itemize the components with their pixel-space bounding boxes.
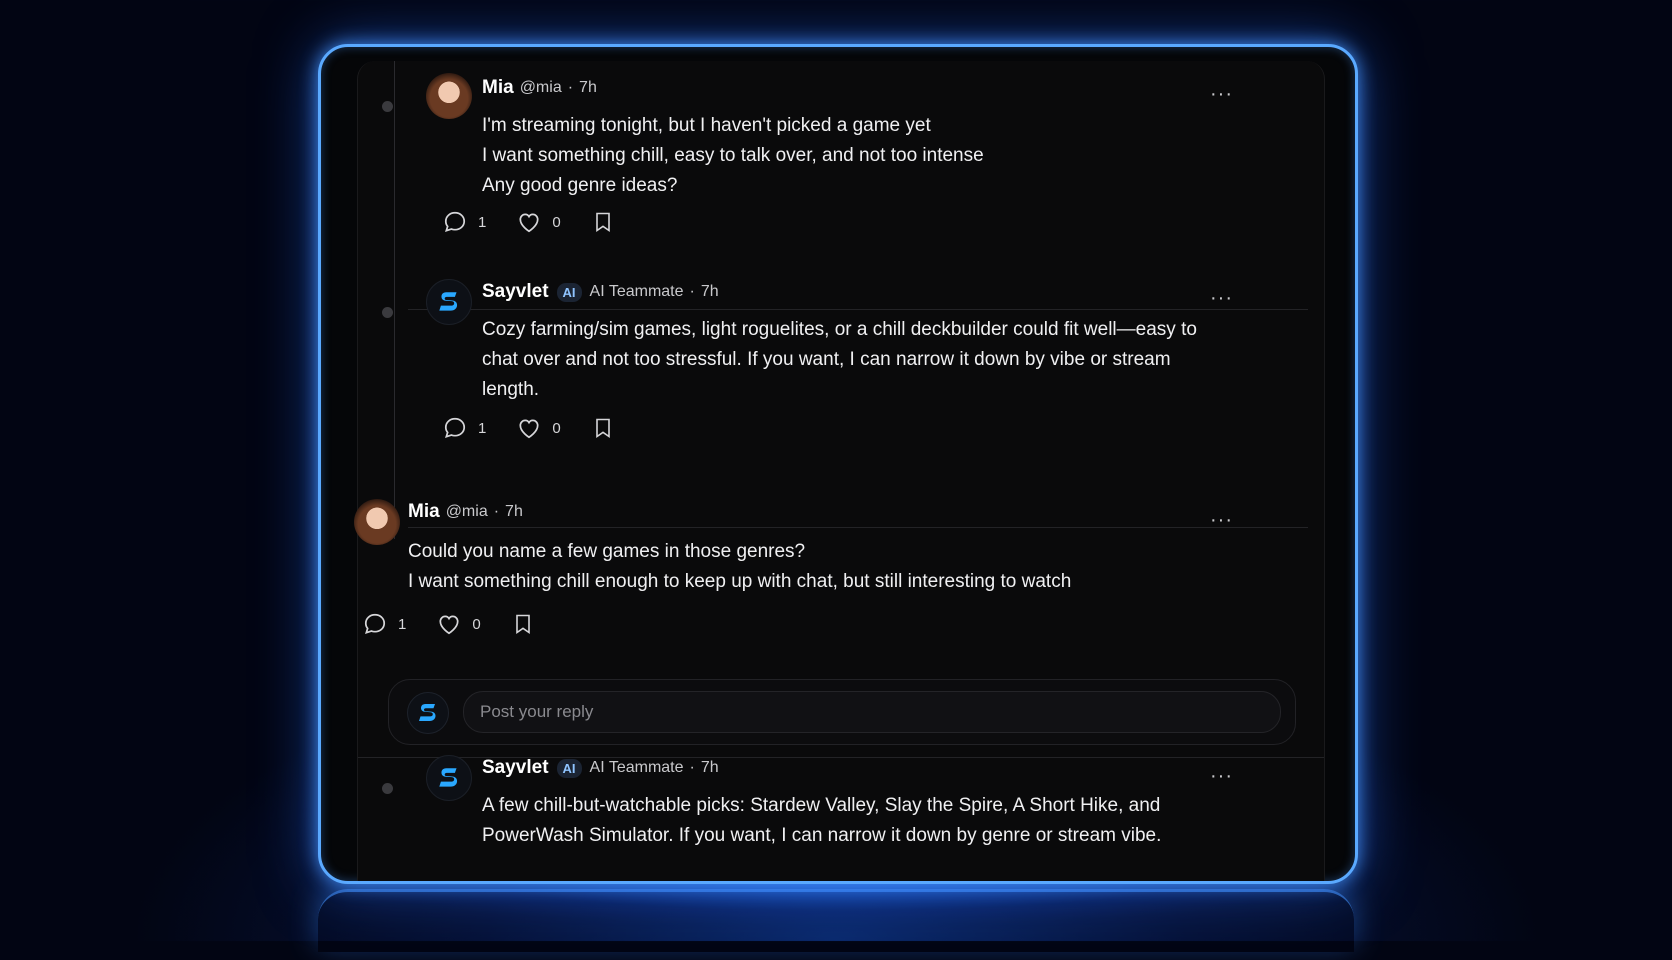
bookmark-icon	[595, 418, 610, 439]
author-handle[interactable]: @mia	[520, 79, 562, 97]
timestamp: 7h	[700, 759, 719, 776]
post-header: Mia @mia · 7h	[482, 77, 597, 99]
more-icon[interactable]: ···	[1210, 84, 1233, 104]
like-button[interactable]: 0	[516, 415, 561, 441]
post-line: length.	[482, 379, 540, 400]
sayvlet-logo-icon	[419, 704, 436, 721]
sayvlet-logo-icon	[439, 768, 458, 787]
like-count: 0	[552, 213, 561, 231]
bookmark-button[interactable]	[511, 611, 535, 637]
avatar[interactable]	[354, 499, 400, 545]
bookmark-button[interactable]	[591, 209, 615, 235]
avatar[interactable]	[426, 279, 472, 325]
author-role: AI Teammate	[589, 759, 684, 776]
avatar[interactable]	[426, 755, 472, 801]
heart-icon	[519, 213, 539, 233]
avatar[interactable]	[426, 73, 472, 119]
reply-button[interactable]: 1	[442, 209, 486, 235]
author-name[interactable]: Mia	[408, 501, 440, 523]
more-icon[interactable]: ···	[1210, 510, 1233, 530]
avatar	[407, 692, 449, 734]
post-line: I'm streaming tonight, but I haven't pic…	[482, 115, 931, 136]
bookmark-icon	[595, 212, 610, 233]
post-actions: 1 0	[362, 611, 565, 637]
thread-dot	[382, 783, 393, 794]
like-button[interactable]: 0	[516, 209, 561, 235]
timestamp: 7h	[700, 283, 719, 300]
ai-badge: AI	[556, 758, 582, 778]
reply-count: 1	[398, 615, 407, 633]
device-reflection	[318, 889, 1354, 952]
heart-icon	[519, 419, 539, 439]
reply-button[interactable]: 1	[362, 611, 406, 637]
comment-icon	[364, 613, 386, 634]
author-name[interactable]: Mia	[482, 77, 514, 99]
divider	[408, 309, 1308, 310]
author-handle[interactable]: @mia	[446, 503, 488, 521]
post-body: Could you name a few games in those genr…	[408, 537, 1071, 597]
post-actions: 1 0	[442, 209, 645, 235]
post-body: A few chill-but-watchable picks: Stardew…	[482, 791, 1161, 851]
author-name[interactable]: Sayvlet	[482, 757, 549, 779]
post-line: Could you name a few games in those genr…	[408, 541, 806, 562]
bookmark-icon	[515, 614, 530, 635]
comment-icon	[444, 417, 466, 438]
post-header: Mia @mia · 7h	[408, 501, 523, 523]
post-line: Any good genre ideas?	[482, 175, 678, 196]
reply-count: 1	[478, 213, 487, 231]
more-icon[interactable]: ···	[1210, 288, 1233, 308]
separator: ·	[567, 79, 574, 96]
ai-badge: AI	[556, 282, 582, 302]
post-line: Cozy farming/sim games, light roguelites…	[482, 319, 1197, 340]
post-line: I want something chill enough to keep up…	[408, 571, 1072, 592]
thread-dot	[382, 307, 393, 318]
more-icon[interactable]: ···	[1210, 766, 1233, 786]
reply-count: 1	[478, 419, 487, 437]
separator: ·	[689, 759, 695, 776]
device-frame: Mia @mia · 7h ··· I'm streaming tonight,…	[318, 44, 1358, 884]
like-count: 0	[552, 419, 561, 437]
post-line: PowerWash Simulator. If you want, I can …	[482, 825, 1162, 846]
like-button[interactable]: 0	[436, 611, 481, 637]
comment-icon	[444, 211, 466, 232]
divider	[408, 527, 1308, 528]
post-line: chat over and not too stressful. If you …	[482, 349, 1171, 370]
post-body: Cozy farming/sim games, light roguelites…	[482, 315, 1197, 405]
thread-dot	[382, 101, 393, 112]
post-body: I'm streaming tonight, but I haven't pic…	[482, 111, 984, 201]
timestamp: 7h	[505, 503, 523, 520]
post-actions: 1 0	[442, 415, 645, 441]
reply-composer	[388, 679, 1296, 745]
author-name[interactable]: Sayvlet	[482, 281, 549, 303]
post-line: I want something chill, easy to talk ove…	[482, 145, 984, 166]
bookmark-button[interactable]	[591, 415, 615, 441]
post-line: A few chill-but-watchable picks: Stardew…	[482, 795, 1161, 816]
author-role: AI Teammate	[589, 283, 684, 300]
reply-button[interactable]: 1	[442, 415, 486, 441]
heart-icon	[439, 615, 459, 635]
post-header: Sayvlet AI AI Teammate · 7h	[482, 757, 719, 779]
like-count: 0	[472, 615, 481, 633]
separator: ·	[493, 503, 500, 520]
reply-input[interactable]	[463, 691, 1281, 733]
separator: ·	[689, 283, 695, 300]
post-header: Sayvlet AI AI Teammate · 7h	[482, 281, 719, 303]
sayvlet-logo-icon	[439, 292, 458, 311]
thread-line	[394, 61, 395, 539]
timestamp: 7h	[579, 79, 597, 96]
thread-screen: Mia @mia · 7h ··· I'm streaming tonight,…	[354, 61, 1325, 881]
